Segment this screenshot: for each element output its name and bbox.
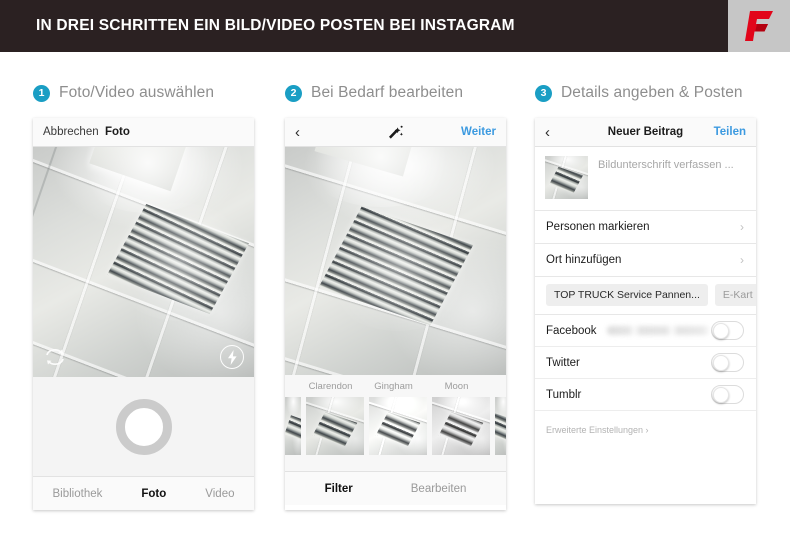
- screenshot-panel-camera: Abbrechen Foto Bibliothek Foto Video: [33, 118, 254, 510]
- switch-label-facebook: Facebook: [546, 324, 597, 337]
- row-label-add-location: Ort hinzufügen: [546, 254, 622, 266]
- page-root: IN DREI SCHRITTEN EIN BILD/VIDEO POSTEN …: [0, 0, 790, 546]
- tab-bearbeiten[interactable]: Bearbeiten: [411, 483, 467, 495]
- details-filler: [535, 438, 756, 504]
- filter-thumb-moon[interactable]: [432, 397, 490, 455]
- blurred-account-name: [606, 326, 711, 335]
- chevron-right-icon: ›: [740, 253, 744, 267]
- tab-foto[interactable]: Foto: [141, 488, 166, 500]
- step-label-2: Bei Bedarf bearbeiten: [311, 84, 464, 101]
- filter-thumb-partial-left[interactable]: [285, 397, 301, 455]
- next-button[interactable]: Weiter: [461, 126, 496, 138]
- step-heading-3: 3 Details angeben & Posten: [535, 84, 743, 102]
- brand-logo: [728, 0, 790, 52]
- switch-label-tumblr: Tumblr: [546, 388, 582, 401]
- tab-filter[interactable]: Filter: [325, 483, 353, 495]
- filter-name-moon: Moon: [444, 380, 469, 392]
- toggle-tumblr[interactable]: [711, 385, 744, 404]
- step-number-3: 3: [535, 84, 552, 102]
- camera-viewfinder[interactable]: [33, 147, 254, 377]
- switch-row-twitter[interactable]: Twitter: [535, 347, 756, 379]
- filter-name-row: Clarendon Gingham Moon: [285, 375, 506, 397]
- step-heading-1: 1 Foto/Video auswählen: [33, 84, 214, 102]
- edit-preview-image: [285, 147, 506, 375]
- step-label-3: Details angeben & Posten: [561, 84, 743, 101]
- row-add-location[interactable]: Ort hinzufügen ›: [535, 244, 756, 277]
- filter-name-gingham: Gingham: [374, 380, 413, 392]
- shutter-button[interactable]: [115, 398, 172, 455]
- location-chip-1[interactable]: TOP TRUCK Service Pannen...: [546, 284, 708, 306]
- step-heading-2: 2 Bei Bedarf bearbeiten: [285, 84, 463, 102]
- row-label-tag-people: Personen markieren: [546, 221, 650, 233]
- share-button[interactable]: Teilen: [714, 126, 746, 138]
- filter-thumb-clarendon[interactable]: [306, 397, 364, 455]
- location-suggestions[interactable]: TOP TRUCK Service Pannen... E-Kart: [535, 277, 756, 315]
- edit-tabbar: Filter Bearbeiten: [285, 471, 506, 505]
- toggle-knob: [713, 355, 729, 371]
- step-number-1: 1: [33, 84, 50, 102]
- caption-row[interactable]: Bildunterschrift verfassen ...: [535, 147, 756, 211]
- advanced-settings-row[interactable]: Erweiterte Einstellungen ›: [535, 411, 756, 438]
- toggle-twitter[interactable]: [711, 353, 744, 372]
- toggle-knob: [713, 323, 729, 339]
- switch-row-tumblr[interactable]: Tumblr: [535, 379, 756, 411]
- post-thumbnail: [545, 156, 588, 199]
- toggle-facebook[interactable]: [711, 321, 744, 340]
- screenshot-panel-details: ‹ Neuer Beitrag Teilen Bildunterschrift …: [535, 118, 756, 504]
- filter-strip[interactable]: Clarendon Gingham Moon: [285, 375, 506, 471]
- tab-bibliothek[interactable]: Bibliothek: [53, 488, 103, 500]
- tab-video[interactable]: Video: [205, 488, 234, 500]
- camera-nav-title: Foto: [105, 126, 130, 138]
- details-navbar: ‹ Neuer Beitrag Teilen: [535, 118, 756, 147]
- header-bar: IN DREI SCHRITTEN EIN BILD/VIDEO POSTEN …: [0, 0, 790, 52]
- edit-navbar: ‹ Weiter: [285, 118, 506, 147]
- back-chevron-icon[interactable]: ‹: [295, 125, 300, 140]
- toggle-knob: [713, 387, 729, 403]
- filter-name-clarendon: Clarendon: [308, 380, 353, 392]
- flash-icon[interactable]: [220, 345, 244, 369]
- camera-flip-icon[interactable]: [43, 347, 67, 367]
- switch-row-facebook[interactable]: Facebook: [535, 315, 756, 347]
- camera-tabbar: Bibliothek Foto Video: [33, 476, 254, 510]
- advanced-settings-label: Erweiterte Einstellungen ›: [546, 425, 649, 435]
- step-number-2: 2: [285, 84, 302, 102]
- row-tag-people[interactable]: Personen markieren ›: [535, 211, 756, 244]
- cancel-button[interactable]: Abbrechen: [43, 126, 99, 138]
- page-title: IN DREI SCHRITTEN EIN BILD/VIDEO POSTEN …: [36, 17, 515, 34]
- location-chip-2[interactable]: E-Kart: [714, 284, 756, 306]
- filter-thumbnails[interactable]: [285, 397, 506, 455]
- logo-f-icon: [745, 11, 773, 41]
- back-chevron-icon[interactable]: ‹: [545, 125, 550, 140]
- screenshot-panel-edit: ‹ Weiter Clarendon Gingham Moon Filter B…: [285, 118, 506, 510]
- camera-shutter-area: [33, 377, 254, 476]
- caption-input[interactable]: Bildunterschrift verfassen ...: [598, 156, 734, 199]
- switch-label-twitter: Twitter: [546, 356, 580, 369]
- filter-thumb-gingham[interactable]: [369, 397, 427, 455]
- step-label-1: Foto/Video auswählen: [59, 84, 215, 101]
- chevron-right-icon: ›: [740, 220, 744, 234]
- camera-navbar: Abbrechen Foto: [33, 118, 254, 147]
- filter-thumb-partial-right[interactable]: [495, 397, 506, 455]
